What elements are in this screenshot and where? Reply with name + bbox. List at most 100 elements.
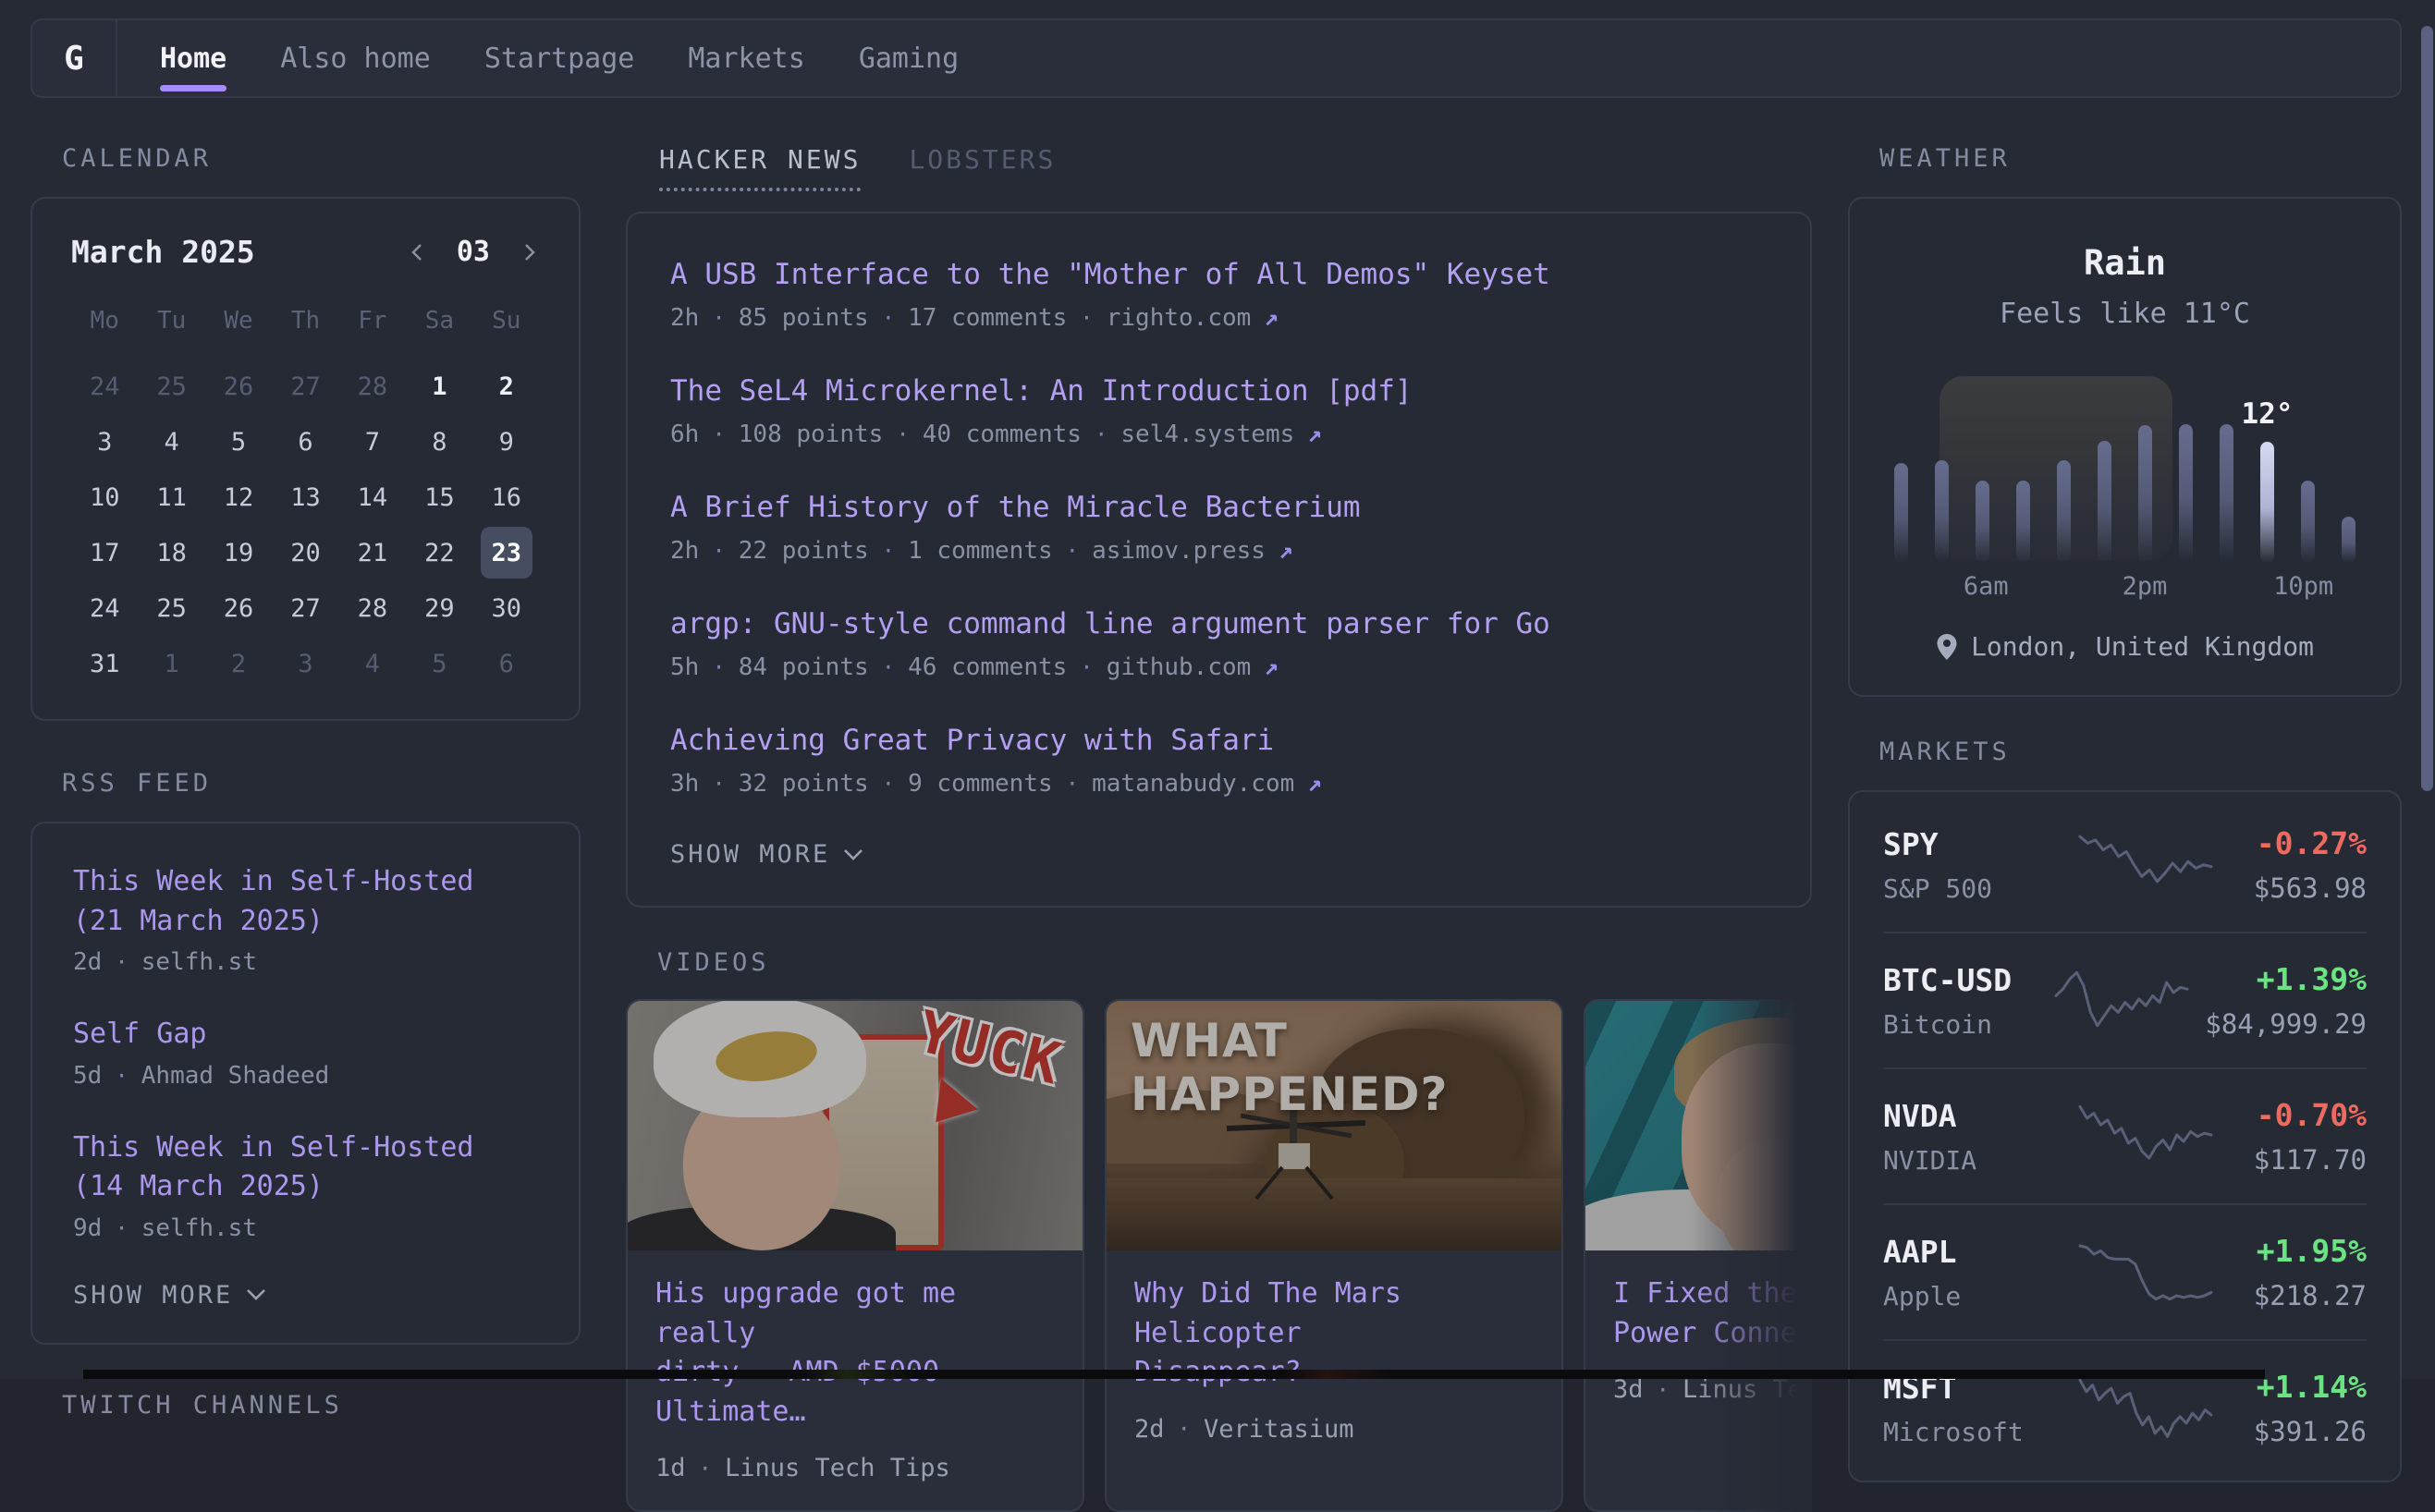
market-row-msft[interactable]: MSFTMicrosoft+1.14%$391.26: [1883, 1341, 2367, 1475]
market-row-spy[interactable]: SPYS&P 500-0.27%$563.98: [1883, 798, 2367, 933]
tab-lobsters[interactable]: LOBSTERS: [909, 144, 1056, 191]
news-item-domain[interactable]: github.com: [1107, 653, 1252, 681]
calendar-day[interactable]: 4: [339, 636, 406, 691]
calendar-day[interactable]: 31: [71, 636, 138, 691]
tab-hacker-news[interactable]: HACKER NEWS: [659, 144, 861, 191]
external-link-icon[interactable]: ↗: [1307, 770, 1322, 798]
calendar-day[interactable]: 26: [205, 580, 272, 636]
nav-item-also-home[interactable]: Also home: [280, 20, 431, 96]
nav-item-markets[interactable]: Markets: [688, 20, 804, 96]
calendar-day[interactable]: 25: [138, 580, 204, 636]
rss-item-title[interactable]: Self Gap: [73, 1015, 538, 1055]
news-item-title[interactable]: A Brief History of the Miracle Bacterium: [670, 491, 1768, 524]
calendar-day[interactable]: 30: [473, 580, 540, 636]
market-row-btc-usd[interactable]: BTC-USDBitcoin+1.39%$84,999.29: [1883, 933, 2367, 1069]
news-item-title[interactable]: A USB Interface to the "Mother of All De…: [670, 258, 1768, 291]
calendar-day[interactable]: 3: [71, 414, 138, 469]
video-title[interactable]: I Fixed the 5Power Connect: [1613, 1274, 1812, 1353]
calendar-day-label: 12: [224, 483, 254, 512]
calendar-day[interactable]: 19: [205, 525, 272, 580]
rss-item-title[interactable]: This Week in Self-Hosted (21 March 2025): [73, 862, 538, 941]
rss-show-more-button[interactable]: SHOW MORE: [73, 1281, 538, 1310]
calendar-widget: March 2025 03 MoTuWeThFrSaSu242526272812…: [31, 197, 581, 721]
calendar-day[interactable]: 13: [272, 469, 338, 525]
video-title-line: His upgrade got me really: [655, 1274, 1055, 1353]
calendar-day[interactable]: 16: [473, 469, 540, 525]
news-item-title[interactable]: Achieving Great Privacy with Safari: [670, 724, 1768, 757]
dot-separator: ·: [712, 421, 725, 447]
calendar-day-label: 24: [90, 594, 120, 623]
calendar-day-label: 6: [499, 650, 514, 678]
calendar-day[interactable]: 22: [406, 525, 472, 580]
video-card[interactable]: YUCKHis upgrade got me reallydirty - AMD…: [626, 999, 1084, 1512]
calendar-day[interactable]: 18: [138, 525, 204, 580]
calendar-day[interactable]: 27: [272, 580, 338, 636]
news-item: A Brief History of the Miracle Bacterium…: [670, 491, 1768, 565]
calendar-day[interactable]: 15: [406, 469, 472, 525]
news-item-domain[interactable]: sel4.systems: [1120, 421, 1294, 448]
calendar-day[interactable]: 26: [205, 359, 272, 414]
calendar-day-selected[interactable]: 23: [473, 525, 540, 580]
calendar-day[interactable]: 24: [71, 580, 138, 636]
calendar-next-button[interactable]: [520, 242, 540, 262]
dot-separator: ·: [882, 305, 895, 331]
calendar-day[interactable]: 14: [339, 469, 406, 525]
external-link-icon[interactable]: ↗: [1279, 537, 1293, 565]
calendar-day[interactable]: 11: [138, 469, 204, 525]
calendar-day[interactable]: 10: [71, 469, 138, 525]
calendar-day[interactable]: 17: [71, 525, 138, 580]
dot-separator: ·: [1657, 1377, 1670, 1403]
news-item-points: 85 points: [739, 304, 869, 332]
calendar-day[interactable]: 28: [339, 359, 406, 414]
news-item-title[interactable]: argp: GNU-style command line argument pa…: [670, 607, 1768, 640]
calendar-day[interactable]: 5: [406, 636, 472, 691]
video-card[interactable]: DOTHTI Fixed the 5Power Connect3d·Linus …: [1584, 999, 1812, 1512]
market-row-aapl[interactable]: AAPLApple+1.95%$218.27: [1883, 1205, 2367, 1341]
calendar-day[interactable]: 7: [339, 414, 406, 469]
calendar-weekday: Sa: [406, 307, 472, 359]
news-item-age: 2h: [670, 304, 699, 332]
calendar-day[interactable]: 1: [138, 636, 204, 691]
external-link-icon[interactable]: ↗: [1264, 653, 1279, 681]
page-scrollbar-thumb[interactable]: [2421, 26, 2433, 791]
nav-item-startpage[interactable]: Startpage: [484, 20, 635, 96]
calendar-day[interactable]: 4: [138, 414, 204, 469]
video-title[interactable]: His upgrade got me reallydirty - AMD $50…: [655, 1274, 1055, 1432]
calendar-day[interactable]: 9: [473, 414, 540, 469]
market-change: -0.70%: [2254, 1097, 2367, 1133]
dot-separator: ·: [882, 771, 895, 797]
rss-item-title[interactable]: This Week in Self-Hosted (14 March 2025): [73, 1128, 538, 1207]
calendar-day[interactable]: 6: [473, 636, 540, 691]
calendar-day[interactable]: 5: [205, 414, 272, 469]
external-link-icon[interactable]: ↗: [1264, 304, 1279, 332]
calendar-day-label: 21: [358, 539, 388, 567]
calendar-day[interactable]: 6: [272, 414, 338, 469]
calendar-day[interactable]: 25: [138, 359, 204, 414]
calendar-day[interactable]: 2: [205, 636, 272, 691]
calendar-prev-button[interactable]: [407, 242, 427, 262]
calendar-day[interactable]: 3: [272, 636, 338, 691]
calendar-day[interactable]: 1: [406, 359, 472, 414]
calendar-day[interactable]: 24: [71, 359, 138, 414]
app-logo[interactable]: G: [32, 20, 117, 96]
nav-item-home[interactable]: Home: [160, 20, 226, 96]
market-price: $218.27: [2254, 1280, 2367, 1311]
news-show-more-button[interactable]: SHOW MORE: [670, 840, 1768, 869]
calendar-day[interactable]: 29: [406, 580, 472, 636]
calendar-day[interactable]: 12: [205, 469, 272, 525]
calendar-day[interactable]: 28: [339, 580, 406, 636]
calendar-day[interactable]: 2: [473, 359, 540, 414]
calendar-day-label: 2: [231, 650, 246, 678]
calendar-day[interactable]: 27: [272, 359, 338, 414]
calendar-day[interactable]: 8: [406, 414, 472, 469]
market-row-nvda[interactable]: NVDANVIDIA-0.70%$117.70: [1883, 1069, 2367, 1205]
news-item-domain[interactable]: asimov.press: [1092, 537, 1266, 565]
news-item-domain[interactable]: matanabudy.com: [1092, 770, 1294, 798]
nav-item-gaming[interactable]: Gaming: [859, 20, 959, 96]
calendar-day[interactable]: 20: [272, 525, 338, 580]
external-link-icon[interactable]: ↗: [1307, 421, 1322, 448]
calendar-day[interactable]: 21: [339, 525, 406, 580]
news-item-domain[interactable]: righto.com: [1107, 304, 1252, 332]
video-card[interactable]: WHAT HAPPENED?Why Did The Mars Helicopte…: [1105, 999, 1563, 1512]
news-item-title[interactable]: The SeL4 Microkernel: An Introduction [p…: [670, 374, 1768, 408]
